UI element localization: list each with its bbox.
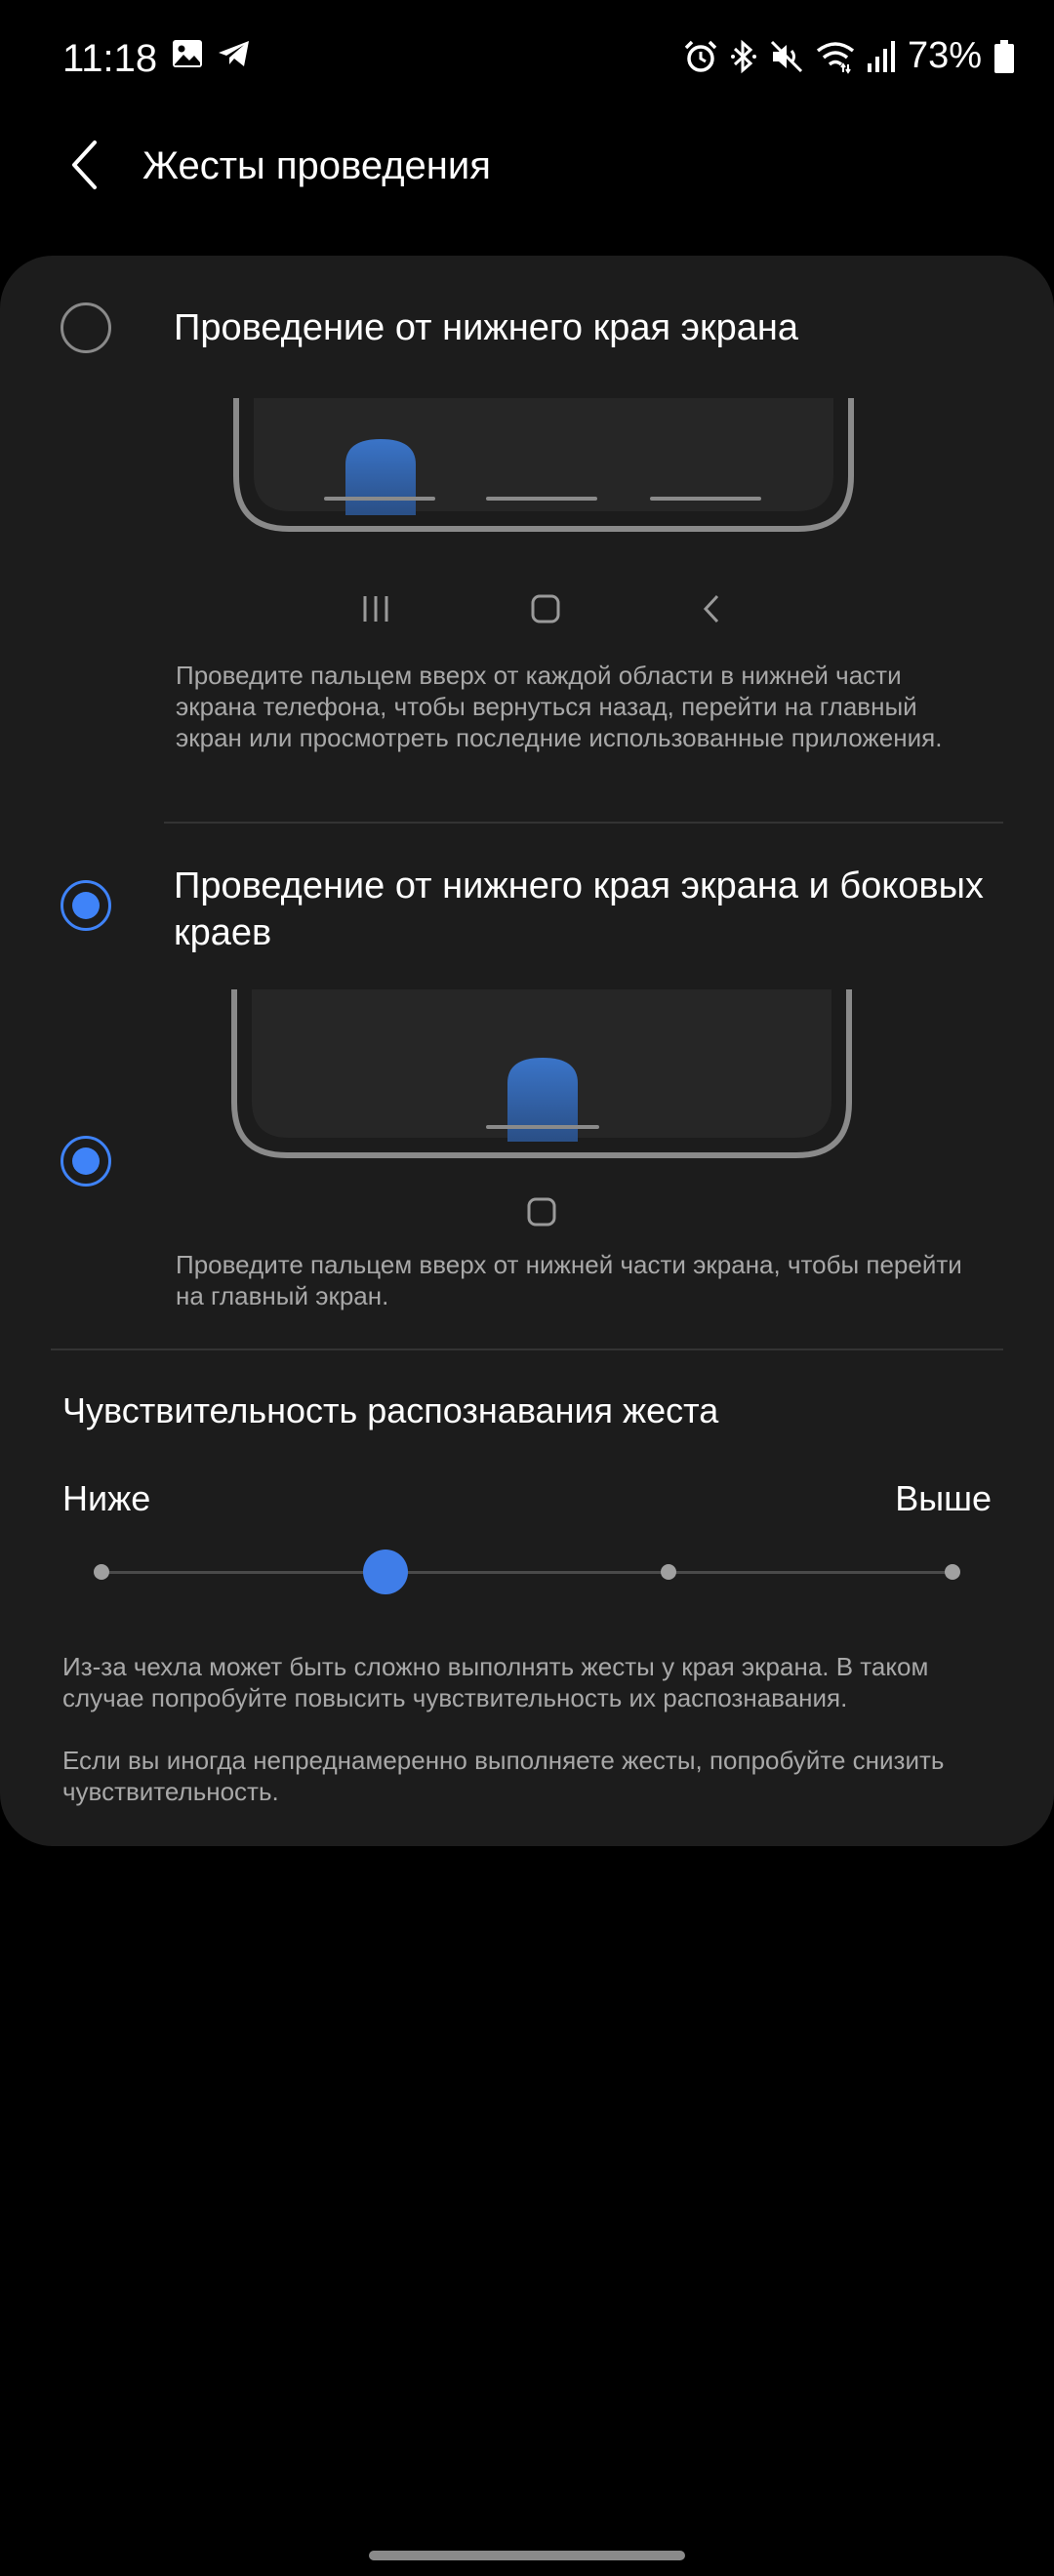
- option-title: Проведение от нижнего края экрана: [174, 307, 799, 348]
- option-description: Проведите пальцем вверх от каждой област…: [176, 661, 943, 752]
- bluetooth-icon: [730, 39, 757, 74]
- slider-thumb[interactable]: [362, 1550, 408, 1594]
- sensitivity-title: Чувствительность распознавания жеста: [62, 1390, 719, 1430]
- divider: [51, 1348, 1003, 1350]
- slider-stop[interactable]: [945, 1564, 960, 1580]
- slider-stop[interactable]: [94, 1564, 109, 1580]
- slider-stop[interactable]: [661, 1564, 677, 1580]
- radio-bottom-and-side-swipe-selected[interactable]: [61, 880, 111, 931]
- gallery-icon: [172, 39, 203, 73]
- page-title: Жесты проведения: [142, 144, 491, 187]
- back-icon: [701, 593, 722, 629]
- status-time: 11:18: [62, 37, 158, 80]
- sensitivity-slider[interactable]: [94, 1548, 960, 1596]
- sensitivity-label-high: Выше: [895, 1478, 992, 1518]
- option-title: Проведение от нижнего края экрана и боко…: [174, 865, 984, 953]
- status-right: 73%: [683, 35, 1015, 77]
- sensitivity-label-low: Ниже: [62, 1478, 151, 1518]
- sensitivity-note-case: Из-за чехла может быть сложно выполнять …: [62, 1652, 929, 1712]
- divider: [164, 822, 1003, 824]
- home-icon: [526, 1196, 557, 1232]
- battery-percent: 73%: [907, 35, 982, 76]
- recents-icon: [361, 594, 390, 628]
- phone-illustration-bottom-side: [231, 989, 852, 1158]
- radio-bottom-and-side-swipe[interactable]: [61, 1136, 111, 1187]
- battery-icon: [993, 39, 1015, 74]
- status-left-icons: [172, 39, 252, 73]
- option-description: Проведите пальцем вверх от нижней части …: [176, 1250, 962, 1310]
- alarm-icon: [683, 39, 718, 74]
- signal-icon: [867, 40, 896, 73]
- telegram-icon: [217, 39, 252, 73]
- wifi-icon: [816, 39, 855, 74]
- option-bottom-swipe[interactable]: Проведение от нижнего края экрана Провед…: [0, 256, 1054, 822]
- back-button[interactable]: [55, 133, 113, 201]
- nav-hints: [361, 593, 722, 629]
- status-bar: 11:18 73%: [0, 0, 1054, 113]
- chevron-left-icon: [69, 140, 99, 195]
- phone-illustration-bottom: [233, 398, 854, 532]
- home-icon: [530, 593, 561, 629]
- header: Жесты проведения: [0, 127, 1054, 205]
- radio-bottom-swipe[interactable]: [61, 302, 111, 353]
- slider-track: [101, 1571, 953, 1574]
- mute-icon: [769, 39, 804, 74]
- sensitivity-note-accidental: Если вы иногда непреднамеренно выполняет…: [62, 1746, 945, 1806]
- home-indicator[interactable]: [369, 2551, 685, 2560]
